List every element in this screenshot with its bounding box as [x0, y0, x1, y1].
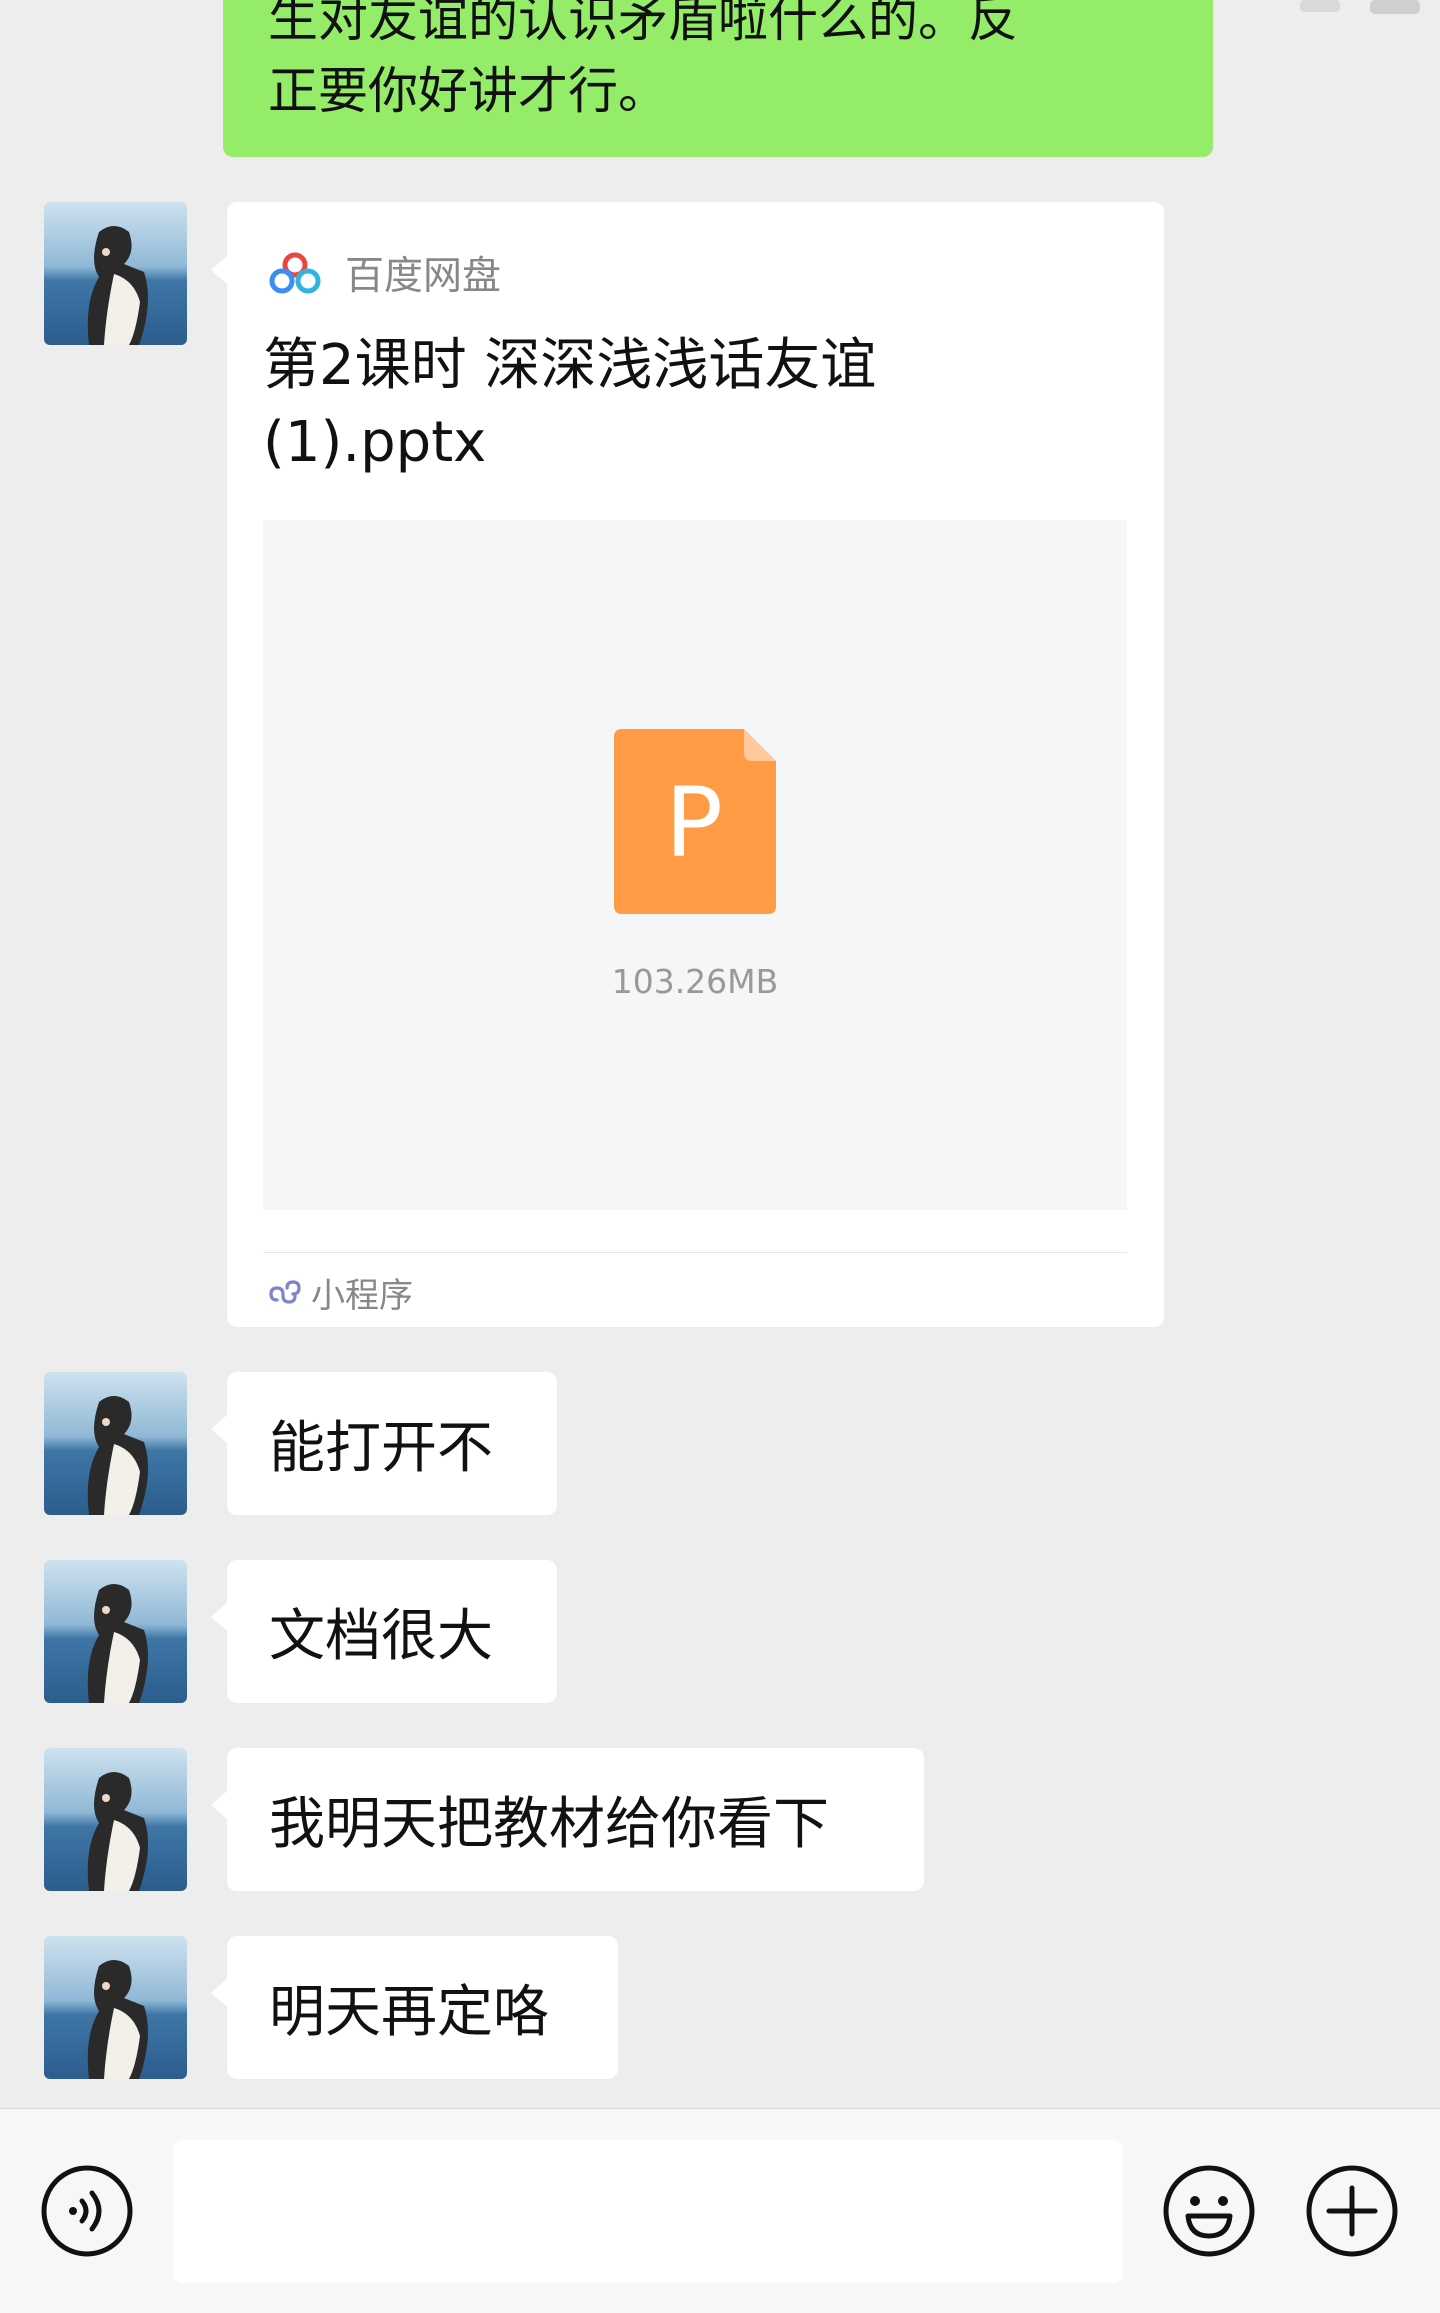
bubble-tail	[211, 1979, 227, 2007]
top-right-partial-avatar	[1300, 0, 1420, 14]
bubble-tail	[211, 1415, 227, 1443]
contact-avatar[interactable]	[44, 202, 187, 345]
avatar-image	[44, 1560, 187, 1703]
contact-avatar[interactable]	[44, 1372, 187, 1515]
sent-message-line-2: 正要你好讲才行。	[268, 62, 668, 120]
sent-message-line-1: 生对友谊的认识矛盾啦什么的。反	[268, 0, 1018, 48]
emoji-icon[interactable]	[1162, 2164, 1256, 2258]
card-title-line-2: (1).pptx	[263, 410, 487, 475]
message-text: 文档很大	[269, 1604, 493, 1669]
message-text: 能打开不	[269, 1416, 493, 1481]
avatar-image	[44, 1748, 187, 1891]
message-text: 明天再定咯	[269, 1980, 549, 2045]
card-source: 百度网盘	[267, 248, 502, 299]
voice-icon[interactable]	[40, 2164, 134, 2258]
mini-program-card[interactable]: 百度网盘 第2课时 深深浅浅话友谊 (1).pptx P 103.26MB 小程…	[211, 202, 1164, 1327]
mini-program-footer: 小程序	[267, 1268, 413, 1316]
sent-message-bubble[interactable]: 生对友谊的认识矛盾啦什么的。反 正要你好讲才行。	[223, 0, 1213, 157]
avatar-image	[44, 1936, 187, 2079]
received-message-bubble[interactable]: 明天再定咯	[211, 1936, 618, 2079]
contact-avatar[interactable]	[44, 1936, 187, 2079]
received-message-bubble[interactable]: 我明天把教材给你看下	[211, 1748, 924, 1891]
ppt-icon-letter: P	[665, 767, 723, 879]
message-input[interactable]	[173, 2140, 1123, 2283]
mini-program-icon	[269, 1280, 301, 1304]
ppt-file-icon: P	[614, 729, 776, 914]
input-bar	[0, 2108, 1440, 2313]
contact-avatar[interactable]	[44, 1748, 187, 1891]
sent-message-text: 生对友谊的认识矛盾啦什么的。反 正要你好讲才行。	[268, 0, 1188, 127]
card-title: 第2课时 深深浅浅话友谊 (1).pptx	[263, 327, 1123, 481]
avatar-image	[44, 202, 187, 345]
message-text: 我明天把教材给你看下	[269, 1792, 829, 1857]
plus-icon[interactable]	[1305, 2164, 1399, 2258]
baidu-netdisk-icon	[269, 252, 321, 294]
card-source-label: 百度网盘	[345, 254, 502, 299]
card-divider	[263, 1252, 1127, 1253]
avatar-image	[44, 1372, 187, 1515]
bubble-tail	[211, 256, 227, 284]
received-message-bubble[interactable]: 能打开不	[211, 1372, 557, 1515]
card-title-line-1: 第2课时 深深浅浅话友谊	[263, 333, 877, 398]
file-size: 103.26MB	[611, 962, 779, 1001]
received-message-bubble[interactable]: 文档很大	[211, 1560, 557, 1703]
bubble-tail	[211, 1791, 227, 1819]
file-preview[interactable]: P 103.26MB	[263, 520, 1127, 1210]
mini-program-label: 小程序	[311, 1275, 413, 1316]
contact-avatar[interactable]	[44, 1560, 187, 1703]
bubble-tail	[211, 1603, 227, 1631]
